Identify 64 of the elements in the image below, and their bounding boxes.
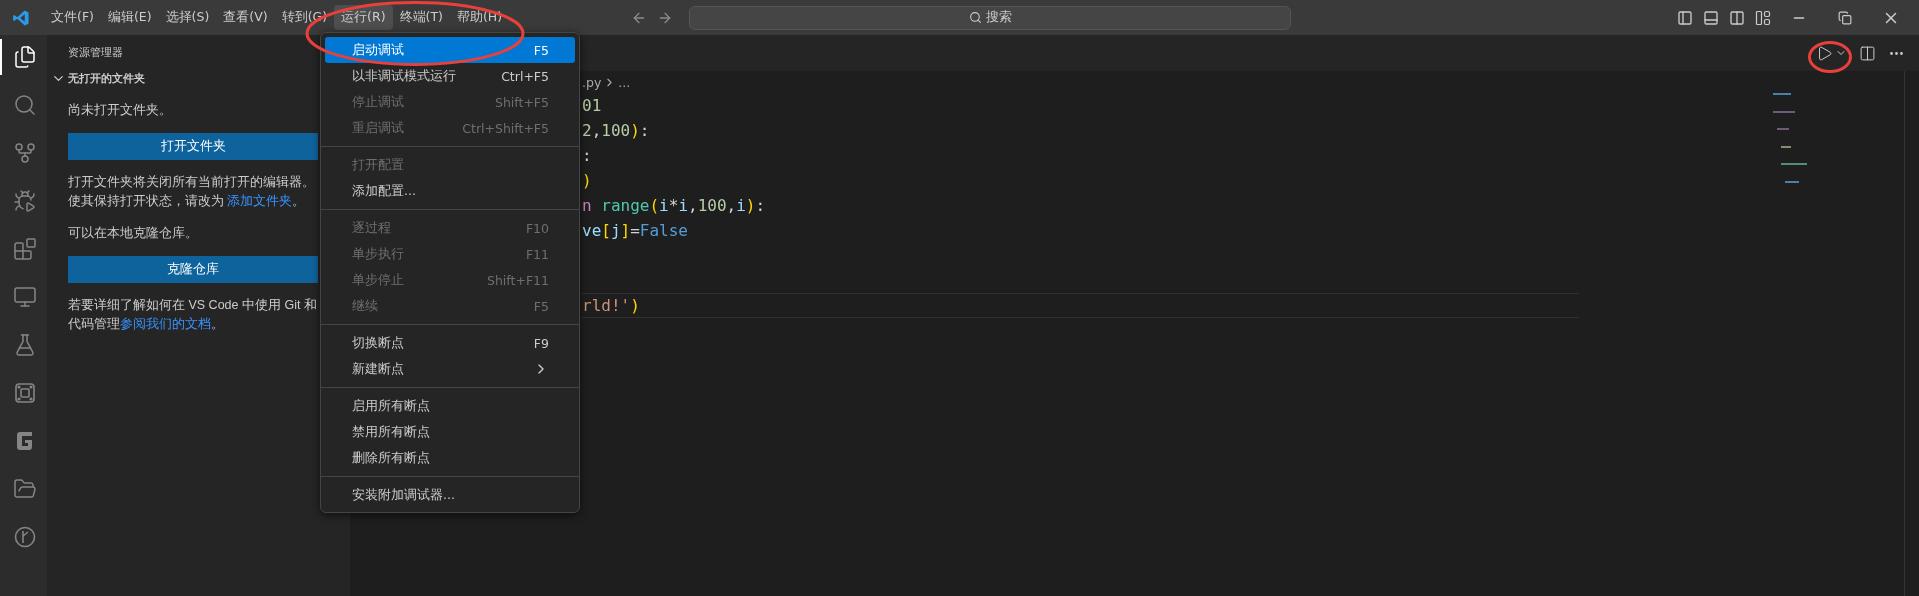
clone-repository-button[interactable]: 克隆仓库	[68, 256, 318, 283]
square-frame-icon	[12, 381, 37, 405]
shortcut-label: Ctrl+F5	[501, 68, 549, 84]
files-icon	[12, 45, 37, 69]
menu-item[interactable]: 安装附加调试器...	[325, 482, 575, 508]
annotation-ellipse	[1808, 41, 1852, 73]
sidebar-toggle-icon[interactable]	[1677, 9, 1693, 26]
search-field[interactable]: 搜索	[689, 5, 1292, 30]
breadcrumb-symbol[interactable]: ...	[618, 74, 631, 90]
menu-item[interactable]: 文件(F)	[44, 5, 101, 30]
menu-item[interactable]: 以非调试模式运行 Ctrl+F5	[325, 63, 575, 89]
code-line: )	[582, 171, 592, 190]
panel-toggle-icon[interactable]	[1703, 9, 1719, 26]
menu-item[interactable]: 查看(V)	[216, 5, 275, 30]
menu-item[interactable]: 禁用所有断点	[325, 419, 575, 445]
menu-item[interactable]: 运行(R)	[334, 5, 393, 30]
columns-icon[interactable]	[1729, 9, 1745, 26]
link[interactable]: 添加文件夹	[227, 194, 293, 208]
vscode-logo-icon	[12, 8, 30, 27]
run-debug-icon	[12, 189, 37, 213]
clone-message: 可以在本地克隆仓库。	[68, 225, 199, 242]
monitor-icon	[12, 285, 37, 309]
link[interactable]: 参阅我们的文档	[120, 317, 211, 331]
menu-item[interactable]: 删除所有断点	[325, 445, 575, 471]
section-title[interactable]: 无打开的文件夹	[68, 70, 145, 86]
shortcut-label: Shift+F11	[487, 272, 549, 288]
shortcut-label: F11	[525, 246, 549, 262]
code-line: rld!')	[582, 296, 640, 315]
shortcut-label: F5	[533, 298, 549, 314]
code-line: 01	[582, 96, 602, 115]
folder-icon	[12, 477, 37, 501]
split-editor-icon[interactable]	[1859, 44, 1876, 62]
branch-circle-icon	[12, 525, 37, 549]
menu-item[interactable]: 添加配置...	[325, 178, 575, 204]
help-paragraph: 打开文件夹将关闭所有当前打开的编辑器。 使其保持打开状态，请改为 添加文件夹。	[68, 174, 316, 210]
run-icon[interactable]	[1816, 44, 1833, 62]
menu-item[interactable]: 新建断点	[325, 356, 575, 382]
breadcrumb-file[interactable]: .py	[582, 74, 602, 90]
menu-item[interactable]: 终端(T)	[392, 5, 450, 30]
code-line: n range(i*i,100,i):	[582, 196, 766, 215]
search-icon	[12, 93, 37, 117]
empty-message: 尚未打开文件夹。	[68, 102, 173, 119]
code-line: ve[j]=False	[582, 221, 688, 240]
sidebar-title: 资源管理器	[68, 46, 123, 59]
shortcut-label: F10	[525, 220, 549, 236]
menu-item[interactable]: 启用所有断点	[325, 393, 575, 419]
code-line: 2,100):	[582, 121, 650, 140]
source-control-icon	[12, 141, 37, 165]
layout-icon[interactable]	[1755, 9, 1771, 26]
shortcut-label: Ctrl+Shift+F5	[462, 120, 549, 136]
restore-icon[interactable]	[1838, 10, 1852, 25]
shortcut-label: Shift+F5	[494, 94, 549, 110]
menu-item[interactable]: 切换断点 F9	[325, 330, 575, 356]
shortcut-label: F9	[533, 335, 549, 351]
menu-item[interactable]: 启动调试 F5	[325, 37, 575, 63]
extensions-icon	[12, 237, 37, 261]
search-icon	[968, 11, 982, 24]
shortcut-label: F5	[533, 42, 549, 58]
menu-item[interactable]: 编辑(E)	[100, 5, 159, 30]
search-placeholder: 搜索	[985, 9, 1012, 26]
open-folder-button[interactable]: 打开文件夹	[68, 133, 318, 160]
menu-item[interactable]: 选择(S)	[158, 5, 217, 30]
code-line: :	[582, 146, 592, 165]
help-paragraph: 若要详细了解如何在 VS Code 中使用 Git 和 代码管理参阅我们的文档。	[68, 297, 318, 333]
